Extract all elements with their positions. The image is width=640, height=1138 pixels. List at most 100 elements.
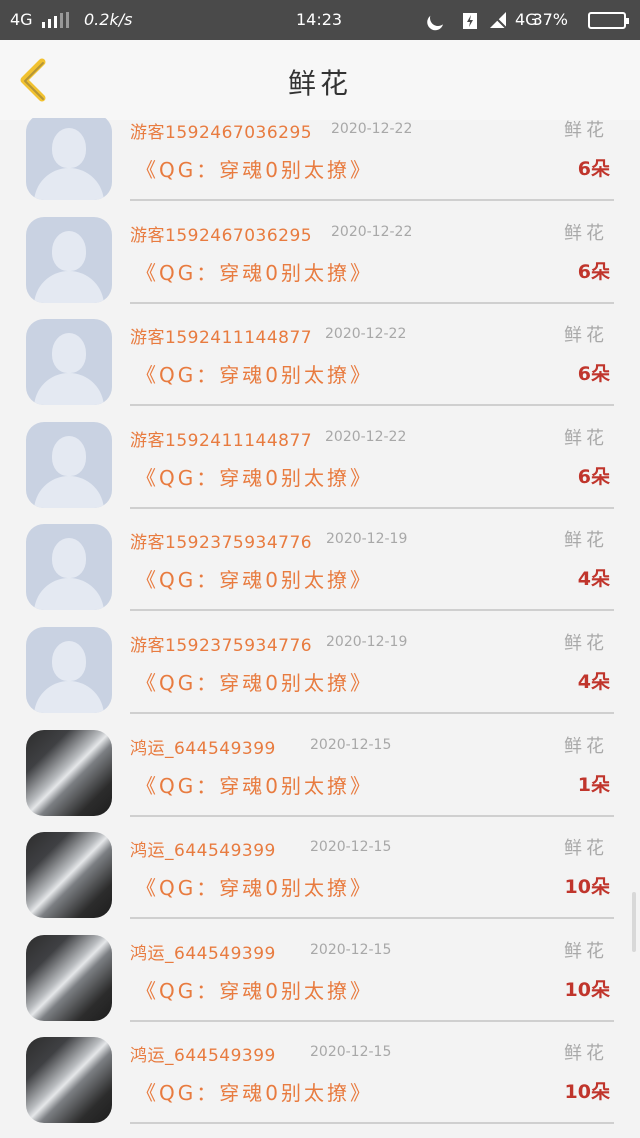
avatar[interactable] (26, 729, 112, 816)
gift-type-label: 鲜花 (564, 940, 608, 962)
avatar-head (52, 538, 86, 579)
page-title: 鲜花 (287, 67, 352, 100)
battery-icon (588, 12, 629, 29)
user-name: 鸿运_644549399 (130, 841, 276, 862)
avatar-head (52, 128, 86, 168)
gift-date: 2020-12-22 (331, 223, 413, 240)
network-speed: 0.2k/s (84, 10, 133, 29)
clock: 14:23 (296, 10, 343, 29)
gift-count: 10朵 (564, 876, 610, 899)
avatar[interactable] (26, 934, 112, 1021)
list-item[interactable]: 游客1592467036295 2020-12-22 鲜花 《QG：穿魂0别太撩》 6朵 (0, 118, 640, 204)
book-title[interactable]: 《QG：穿魂0别太撩》 (136, 359, 373, 388)
gift-type-label: 鲜花 (564, 427, 608, 449)
list-item[interactable]: 鸿运_644549399 2020-12-15 鲜花 《QG：穿魂0别太撩》 10朵 (0, 820, 640, 922)
book-title[interactable]: 《QG：穿魂0别太撩》 (136, 667, 373, 696)
gift-type-label: 鲜花 (564, 1043, 608, 1065)
gift-type-label: 鲜花 (564, 735, 608, 757)
avatar[interactable] (26, 1037, 112, 1124)
gift-date: 2020-12-22 (325, 428, 407, 445)
avatar[interactable] (26, 524, 112, 611)
user-name: 游客1592375934776 (130, 636, 313, 656)
row-divider (130, 917, 614, 920)
scrollbar[interactable] (632, 892, 636, 952)
gift-date: 2020-12-15 (310, 736, 392, 753)
gift-count: 10朵 (564, 978, 610, 1001)
moon-icon (428, 8, 449, 29)
list-item[interactable]: 鸿运_644549399 2020-12-15 鲜花《QG：穿魂0别太撩》 10朵 (0, 1025, 640, 1127)
avatar[interactable] (26, 421, 112, 508)
user-name: 鸿运_644549399 (130, 943, 276, 964)
network-type-left: 4G (10, 10, 33, 29)
gift-type-label: 鲜花 (564, 222, 608, 244)
gift-count: 4朵 (577, 671, 610, 693)
row-divider (130, 609, 614, 612)
row-divider (130, 814, 614, 817)
gift-type-label: 鲜花 (564, 325, 608, 347)
gift-date: 2020-12-19 (326, 634, 408, 650)
avatar-body (34, 681, 104, 713)
book-title[interactable]: 《QG：穿魂0别太撩》 (136, 257, 373, 286)
avatar-body (34, 270, 104, 303)
book-title[interactable]: 《QG：穿魂0别太撩》 (136, 564, 373, 593)
gift-date: 2020-12-22 (331, 121, 413, 137)
signal-off-icon (489, 11, 507, 29)
battery-saver-icon (463, 13, 477, 29)
avatar-head (52, 435, 86, 476)
user-name: 游客1592411144877 (130, 430, 313, 451)
avatar-body (34, 373, 104, 406)
avatar[interactable] (26, 832, 112, 919)
row-divider (130, 199, 614, 201)
list-item[interactable]: 游客1592375934776 2020-12-19 鲜花《QG：穿魂0别太撩》 4朵 (0, 512, 640, 614)
list-item[interactable]: 游客1592375934776 2020-12-19 鲜花《QG：穿魂0别太撩》 4朵 (0, 615, 640, 717)
book-title[interactable]: 《QG：穿魂0别太撩》 (136, 462, 373, 491)
user-name: 游客1592411144877 (130, 328, 313, 349)
user-name: 鸿运_644549399 (130, 1046, 276, 1067)
gift-count: 6朵 (577, 158, 610, 180)
book-title[interactable]: 《QG：穿魂0别太撩》 (136, 770, 373, 799)
status-bar: 4G 0.2k/s 14:23 4G 37% (0, 0, 640, 40)
row-divider (130, 404, 614, 407)
gift-date: 2020-12-19 (326, 531, 408, 548)
avatar[interactable] (26, 216, 112, 303)
user-name: 游客1592467036295 (130, 225, 313, 246)
user-name: 游客1592467036295 (130, 123, 313, 143)
gift-date: 2020-12-22 (325, 326, 407, 343)
row-divider (130, 506, 614, 509)
avatar-head (52, 230, 86, 271)
avatar-head (52, 641, 86, 681)
book-title[interactable]: 《QG：穿魂0别太撩》 (136, 975, 373, 1004)
gift-date: 2020-12-15 (310, 839, 392, 856)
list-item[interactable]: 游客1592411144877 2020-12-22 鲜花《QG：穿魂0别太撩》 6朵 (0, 410, 640, 512)
book-title[interactable]: 《QG：穿魂0别太撩》 (136, 154, 373, 183)
list-item[interactable]: 游客1592411144877 2020-12-22 鲜花《QG：穿魂0别太撩》 6朵 (0, 307, 640, 409)
gift-count: 10朵 (564, 1081, 610, 1104)
avatar-head (52, 333, 86, 374)
avatar-body (34, 168, 104, 200)
book-title[interactable]: 《QG：穿魂0别太撩》 (136, 872, 373, 901)
avatar[interactable] (26, 627, 112, 713)
gift-count: 1朵 (577, 773, 610, 796)
row-divider (130, 301, 614, 304)
list-item[interactable]: 鸿运_644549399 2020-12-15 鲜花《QG：穿魂0别太撩》 1朵 (0, 718, 640, 820)
list-item[interactable]: 游客1592467036295 2020-12-22 鲜花 《QG：穿魂0别太撩》 6朵 (0, 205, 640, 307)
user-name: 鸿运_644549399 (130, 738, 276, 759)
user-name: 游客1592375934776 (130, 533, 313, 554)
avatar-body (34, 475, 104, 508)
gift-type-label: 鲜花 (564, 530, 608, 552)
gift-count: 6朵 (577, 363, 610, 386)
avatar[interactable] (26, 118, 112, 200)
list-item[interactable]: 鸿运_644549399 2020-12-15 鲜花 《QG：穿魂0别太撩》 10朵 (0, 923, 640, 1025)
avatar[interactable] (26, 319, 112, 406)
gift-date: 2020-12-15 (310, 1044, 392, 1061)
row-divider (130, 1019, 614, 1022)
battery-percent: 37% (532, 10, 568, 29)
book-title[interactable]: 《QG：穿魂0别太撩》 (136, 1077, 373, 1106)
row-divider (130, 1122, 614, 1125)
header: 鲜花 (0, 40, 640, 120)
gift-type-label: 鲜花 (564, 633, 608, 654)
gift-count: 4朵 (577, 568, 610, 591)
gift-record-list: 游客1592467036295 2020-12-22 鲜花 《QG：穿魂0别太撩》 6朵… (0, 118, 640, 1138)
signal-icon (42, 12, 69, 28)
gift-count: 6朵 (577, 465, 610, 488)
